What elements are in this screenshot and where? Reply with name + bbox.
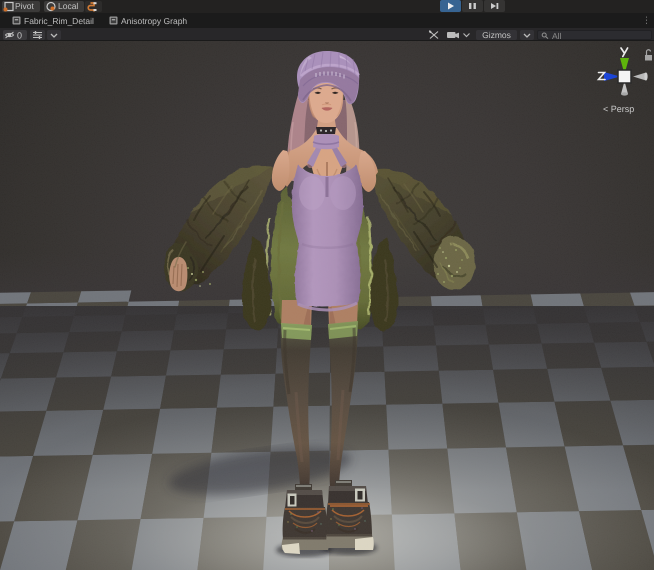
svg-text:0: 0: [17, 30, 22, 40]
